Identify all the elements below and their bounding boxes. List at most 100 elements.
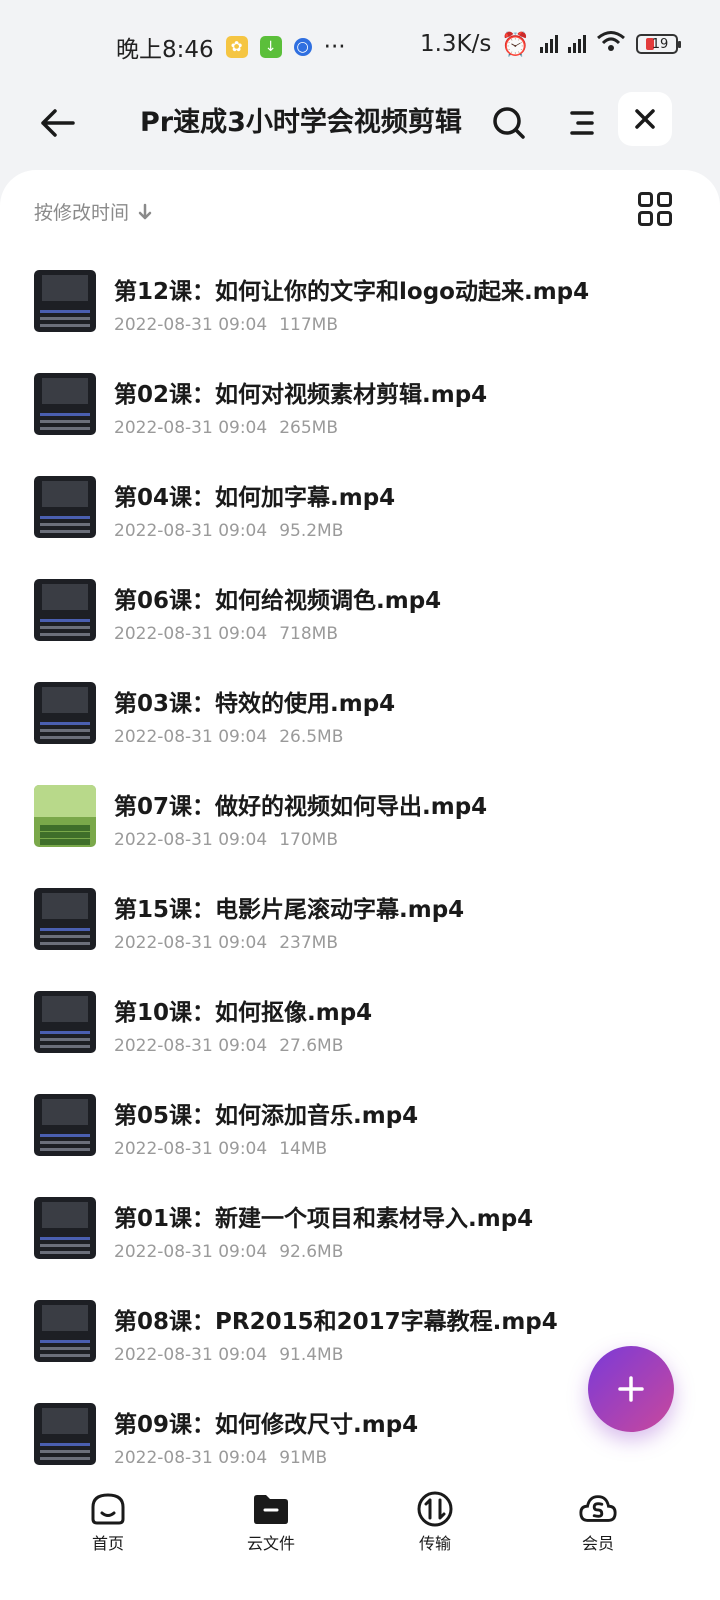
file-meta: 2022-08-31 09:04 237MB: [114, 933, 338, 953]
back-button[interactable]: [34, 100, 80, 146]
video-thumbnail: [34, 1403, 96, 1465]
thumbnail-track: [40, 722, 90, 725]
thumbnail-track: [40, 633, 90, 636]
nav-home[interactable]: 首页: [58, 1490, 158, 1560]
list-menu-icon: [570, 111, 594, 135]
download-notification-icon: ↓: [259, 36, 282, 58]
folder-icon: [251, 1490, 291, 1528]
file-name: 第15课：电影片尾滚动字幕.mp4: [114, 897, 465, 923]
thumbnail-track: [40, 942, 90, 945]
file-row[interactable]: 第12课：如何让你的文字和logo动起来.mp4 2022-08-31 09:04…: [0, 260, 720, 363]
file-row[interactable]: 第01课：新建一个项目和素材导入.mp4 2022-08-31 09:04 92.6…: [0, 1187, 720, 1290]
thumbnail-track: [40, 516, 90, 519]
file-size: 91.4MB: [279, 1345, 344, 1365]
thumbnail-track: [40, 729, 90, 732]
thumbnail-track: [40, 1237, 90, 1240]
thumbnail-track: [40, 825, 90, 831]
file-size: 117MB: [279, 315, 338, 335]
thumbnail-track: [40, 1450, 90, 1453]
thumbnail-track: [40, 736, 90, 739]
header: Pr速成3小时学会视频剪辑: [0, 90, 720, 170]
video-thumbnail: [34, 785, 96, 847]
file-name: 第07课：做好的视频如何导出.mp4: [114, 794, 488, 820]
video-thumbnail: [34, 579, 96, 641]
nav-cloud-files[interactable]: 云文件: [221, 1490, 321, 1560]
thumbnail-preview: [42, 1305, 88, 1331]
file-row[interactable]: 第06课：如何给视频调色.mp4 2022-08-31 09:04 718MB: [0, 569, 720, 672]
video-thumbnail: [34, 270, 96, 332]
thumbnail-track: [40, 1141, 90, 1144]
search-icon: [493, 107, 525, 139]
thumbnail-track: [40, 324, 90, 327]
file-name: 第06课：如何给视频调色.mp4: [114, 588, 442, 614]
sort-selector[interactable]: 按修改时间: [34, 198, 153, 225]
more-menu-button[interactable]: [562, 100, 602, 146]
grid-view-button[interactable]: [638, 192, 672, 226]
close-button[interactable]: [618, 92, 672, 146]
thumbnail-preview: [42, 481, 88, 507]
video-thumbnail: [34, 991, 96, 1053]
video-thumbnail: [34, 1300, 96, 1362]
sort-label: 按修改时间: [34, 202, 130, 224]
browser-notification-icon: ○: [293, 38, 312, 56]
thumbnail-preview: [42, 1202, 88, 1228]
file-row[interactable]: 第04课：如何加字幕.mp4 2022-08-31 09:04 95.2MB: [0, 466, 720, 569]
thumbnail-track: [40, 1347, 90, 1350]
thumbnail-track: [40, 1251, 90, 1254]
nav-cloud-files-label: 云文件: [246, 1534, 295, 1553]
member-cloud-icon: [578, 1490, 618, 1528]
thumbnail-track: [40, 420, 90, 423]
thumbnail-track: [40, 1031, 90, 1034]
file-meta: 2022-08-31 09:04 27.6MB: [114, 1036, 343, 1056]
thumbnail-track: [40, 1340, 90, 1343]
file-row[interactable]: 第15课：电影片尾滚动字幕.mp4 2022-08-31 09:04 237MB: [0, 878, 720, 981]
thumbnail-track: [40, 1244, 90, 1247]
file-row[interactable]: 第03课：特效的使用.mp4 2022-08-31 09:04 26.5MB: [0, 672, 720, 775]
wifi-icon: [596, 30, 626, 58]
bottom-nav: 首页 云文件 传输 会员: [0, 1490, 720, 1600]
search-button[interactable]: [486, 100, 532, 146]
file-list-panel: 按修改时间 第12课：如何让你的文字和logo动起来.mp4 2022-08-31…: [0, 170, 720, 1490]
thumbnail-track: [40, 427, 90, 430]
file-meta: 2022-08-31 09:04 117MB: [114, 315, 338, 335]
app-notification-icon: ✿: [225, 36, 248, 58]
thumbnail-track: [40, 1354, 90, 1357]
nav-member[interactable]: 会员: [548, 1490, 648, 1560]
thumbnail-preview: [42, 584, 88, 610]
arrow-left-icon: [41, 109, 75, 137]
file-row[interactable]: 第05课：如何添加音乐.mp4 2022-08-31 09:04 14MB: [0, 1084, 720, 1187]
file-size: 95.2MB: [279, 521, 344, 541]
thumbnail-track: [40, 928, 90, 931]
file-row[interactable]: 第10课：如何抠像.mp4 2022-08-31 09:04 27.6MB: [0, 981, 720, 1084]
file-date: 2022-08-31 09:04: [114, 933, 268, 953]
status-time: 晚上8:46: [116, 37, 214, 63]
file-meta: 2022-08-31 09:04 14MB: [114, 1139, 327, 1159]
thumbnail-track: [40, 619, 90, 622]
video-thumbnail: [34, 888, 96, 950]
file-date: 2022-08-31 09:04: [114, 1036, 268, 1056]
file-row[interactable]: 第07课：做好的视频如何导出.mp4 2022-08-31 09:04 170MB: [0, 775, 720, 878]
file-name: 第03课：特效的使用.mp4: [114, 691, 396, 717]
file-size: 718MB: [279, 624, 338, 644]
thumbnail-track: [40, 310, 90, 313]
file-row[interactable]: 第02课：如何对视频素材剪辑.mp4 2022-08-31 09:04 265MB: [0, 363, 720, 466]
video-thumbnail: [34, 476, 96, 538]
video-thumbnail: [34, 373, 96, 435]
status-right: 1.3K/s ⏰ 19: [420, 30, 681, 58]
file-name: 第04课：如何加字幕.mp4: [114, 485, 396, 511]
file-name: 第02课：如何对视频素材剪辑.mp4: [114, 382, 488, 408]
file-date: 2022-08-31 09:04: [114, 1139, 268, 1159]
more-notifications-icon: ···: [323, 34, 346, 60]
file-date: 2022-08-31 09:04: [114, 1448, 268, 1468]
file-name: 第05课：如何添加音乐.mp4: [114, 1103, 419, 1129]
file-date: 2022-08-31 09:04: [114, 1242, 268, 1262]
nav-transfer[interactable]: 传输: [385, 1490, 485, 1560]
thumbnail-track: [40, 1134, 90, 1137]
grid-icon: [638, 192, 653, 207]
file-meta: 2022-08-31 09:04 170MB: [114, 830, 338, 850]
status-bar: 晚上8:46 ✿ ↓ ○ ··· 1.3K/s ⏰ 19: [0, 0, 720, 90]
add-button[interactable]: [588, 1346, 674, 1432]
thumbnail-track: [40, 317, 90, 320]
thumbnail-preview: [42, 996, 88, 1022]
video-thumbnail: [34, 1094, 96, 1156]
